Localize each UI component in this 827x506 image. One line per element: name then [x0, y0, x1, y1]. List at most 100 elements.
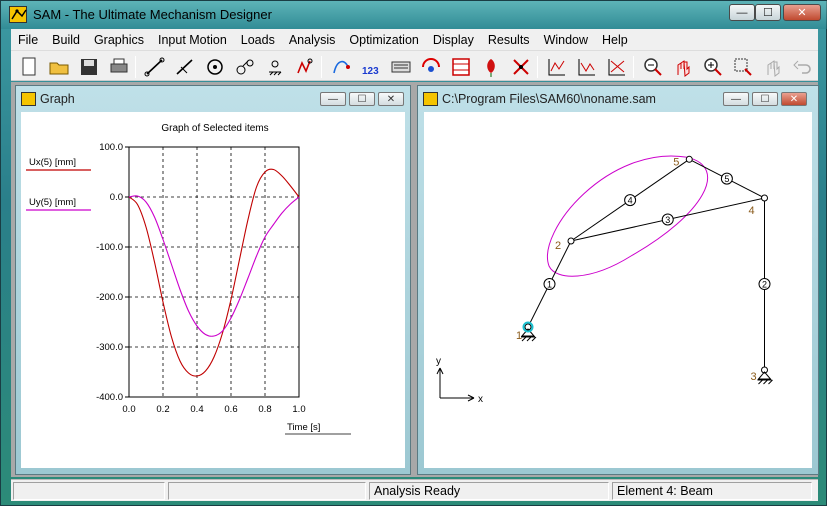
node-label: 1 — [516, 330, 522, 342]
graph-window-title: Graph — [40, 92, 75, 106]
graph-3-icon[interactable] — [605, 55, 629, 79]
zoom-out-icon[interactable] — [641, 55, 665, 79]
y-tick-label: -200.0 — [96, 292, 123, 303]
belt-element-icon[interactable] — [233, 55, 257, 79]
keyboard-input-icon[interactable] — [389, 55, 413, 79]
beam-element-icon[interactable] — [143, 55, 167, 79]
axis-x-label: x — [478, 394, 483, 405]
toolbar-separator — [321, 56, 322, 78]
animation-frame-icon[interactable] — [449, 55, 473, 79]
menu-display[interactable]: Display — [426, 33, 481, 47]
element-label: 4 — [628, 196, 633, 206]
node-label: 2 — [555, 240, 561, 252]
series-line-2 — [128, 195, 300, 337]
menu-input-motion[interactable]: Input Motion — [151, 33, 234, 47]
menu-file[interactable]: File — [11, 33, 45, 47]
y-tick-label: -300.0 — [96, 342, 123, 353]
menu-optimization[interactable]: Optimization — [342, 33, 425, 47]
open-folder-icon[interactable] — [47, 55, 71, 79]
chart-title: Graph of Selected items — [161, 123, 268, 134]
maximize-button[interactable]: ☐ — [755, 4, 781, 21]
motion-icon[interactable] — [419, 55, 443, 79]
mechanism-close-button[interactable]: ✕ — [781, 92, 807, 106]
x-tick-label: 0.6 — [224, 404, 237, 415]
x-tick-label: 0.4 — [190, 404, 203, 415]
toolbar-separator — [633, 56, 634, 78]
menu-help[interactable]: Help — [595, 33, 635, 47]
x-tick-label: 0.2 — [156, 404, 169, 415]
x-axis-label: Time [s] — [287, 422, 320, 433]
status-panel-4: Element 4: Beam — [612, 482, 812, 500]
save-icon[interactable] — [77, 55, 101, 79]
status-bar: Analysis Ready Element 4: Beam — [11, 479, 818, 501]
undo-icon[interactable] — [791, 55, 815, 79]
toolbar: 123 — [11, 50, 818, 81]
legend-label: Uy(5) [mm] — [29, 197, 76, 208]
menu-loads[interactable]: Loads — [234, 33, 282, 47]
ground-hatch — [757, 379, 773, 385]
mechanism-maximize-button[interactable]: ☐ — [752, 92, 778, 106]
zoom-window-icon[interactable] — [731, 55, 755, 79]
menu-build[interactable]: Build — [45, 33, 87, 47]
plot-frame — [128, 146, 300, 398]
svg-text:123: 123 — [362, 66, 379, 77]
graph-window-icon — [21, 92, 36, 106]
status-panel-2 — [168, 482, 366, 500]
app-logo-icon — [9, 6, 27, 23]
path-tracer-icon[interactable] — [329, 55, 353, 79]
graph-1-icon[interactable] — [545, 55, 569, 79]
coordinate-axes-icon — [436, 367, 475, 402]
mechanism-canvas[interactable]: 1 2 3 4 5 1 2 3 4 5 y x — [424, 112, 812, 468]
close-button[interactable]: ✕ — [783, 4, 821, 21]
node-joint — [567, 237, 575, 245]
node-joint — [685, 155, 693, 163]
graph-2-icon[interactable] — [575, 55, 599, 79]
x-tick-label: 0.0 — [122, 404, 135, 415]
mechanism-drawing: 1 2 3 4 5 1 2 3 4 5 y x — [436, 155, 773, 405]
menu-graphics[interactable]: Graphics — [87, 33, 151, 47]
title-bar[interactable]: SAM - The Ultimate Mechanism Designer — … — [1, 1, 827, 29]
pan-hand-icon[interactable] — [671, 55, 695, 79]
x-tick-label: 1.0 — [292, 404, 305, 415]
menu-results[interactable]: Results — [481, 33, 537, 47]
graph-chart: Graph of Selected items Ux(5) [mm] Uy(5) [… — [26, 123, 351, 435]
graph-minimize-button[interactable]: — — [320, 92, 346, 106]
app-window: SAM - The Ultimate Mechanism Designer — … — [0, 0, 827, 506]
graph-window[interactable]: Graph — ☐ ✕ Graph of Selected items Ux(5)… — [15, 85, 411, 475]
window-title: SAM - The Ultimate Mechanism Designer — [33, 7, 272, 22]
element-label: 2 — [762, 280, 767, 290]
hand-disabled-icon[interactable] — [761, 55, 785, 79]
y-tick-label: -400.0 — [96, 392, 123, 403]
minimize-button[interactable]: — — [729, 4, 755, 21]
windmill-icon[interactable] — [509, 55, 533, 79]
numbering-icon[interactable]: 123 — [359, 55, 383, 79]
node-joint — [761, 194, 768, 202]
fixed-support-icon[interactable] — [263, 55, 287, 79]
x-tick-label: 0.8 — [258, 404, 271, 415]
legend-label: Ux(5) [mm] — [29, 157, 76, 168]
graph-maximize-button[interactable]: ☐ — [349, 92, 375, 106]
gear-element-icon[interactable] — [203, 55, 227, 79]
graph-close-button[interactable]: ✕ — [378, 92, 404, 106]
element-label: 5 — [724, 174, 729, 184]
element-label: 3 — [665, 215, 670, 225]
rose-icon[interactable] — [479, 55, 503, 79]
menu-analysis[interactable]: Analysis — [282, 33, 343, 47]
new-file-icon[interactable] — [17, 55, 41, 79]
toolbar-separator — [537, 56, 538, 78]
print-icon[interactable] — [107, 55, 131, 79]
graph-canvas[interactable]: Graph of Selected items Ux(5) [mm] Uy(5) [… — [21, 112, 405, 468]
zoom-in-icon[interactable] — [701, 55, 725, 79]
node-label: 4 — [749, 205, 755, 217]
slider-element-icon[interactable] — [173, 55, 197, 79]
mechanism-window-title: C:\Program Files\SAM60\noname.sam — [442, 92, 656, 106]
element-label: 1 — [547, 280, 552, 290]
status-panel-1 — [13, 482, 165, 500]
axis-y-label: y — [436, 356, 441, 367]
node-label: 5 — [673, 156, 679, 168]
mechanism-minimize-button[interactable]: — — [723, 92, 749, 106]
series-line-1 — [128, 168, 300, 377]
menu-window[interactable]: Window — [537, 33, 595, 47]
mechanism-window[interactable]: C:\Program Files\SAM60\noname.sam — ☐ ✕ … — [417, 85, 819, 475]
spring-element-icon[interactable] — [293, 55, 317, 79]
